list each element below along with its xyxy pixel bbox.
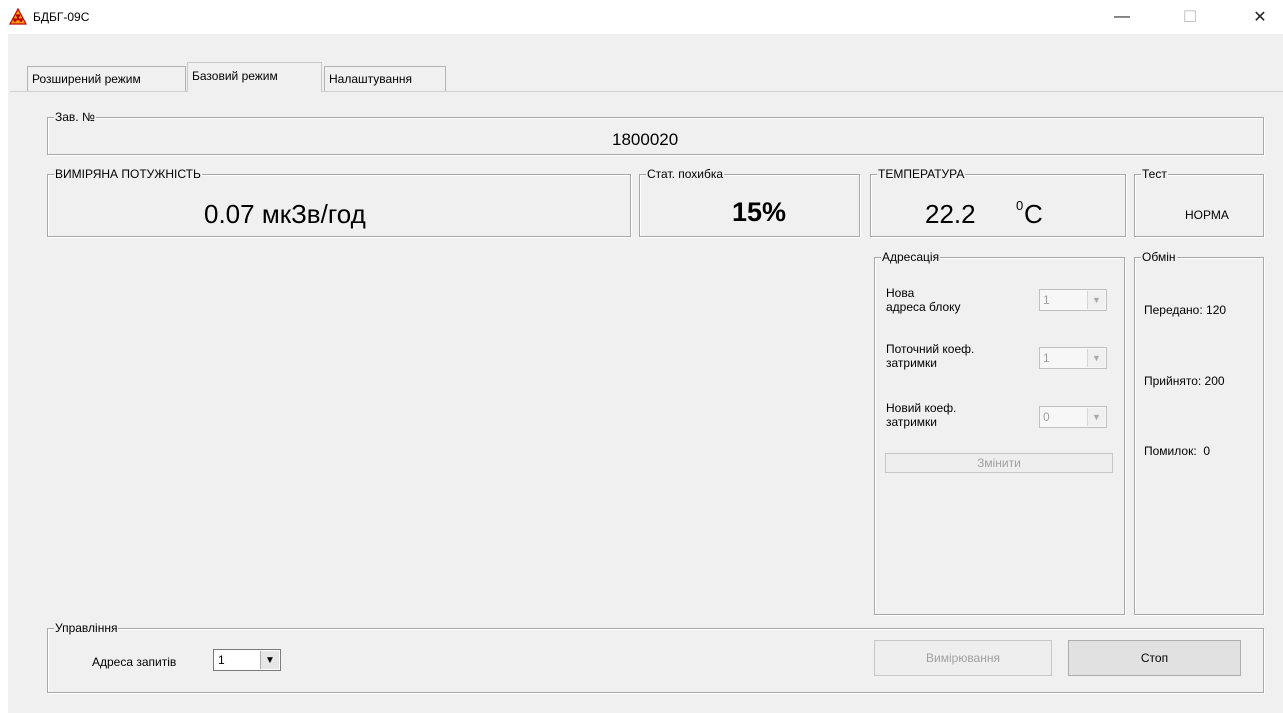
chevron-down-icon: ▼ (1087, 349, 1105, 367)
stop-button[interactable]: Стоп (1068, 640, 1241, 676)
request-address-combo[interactable]: 1 ▼ (213, 649, 281, 671)
stat-error-group: Стат. похибка 15% (639, 167, 860, 237)
control-legend: Управління (54, 621, 119, 635)
chevron-down-icon: ▼ (1087, 408, 1105, 426)
dose-rate-legend: ВИМІРЯНА ПОТУЖНІСТЬ (54, 167, 202, 181)
test-group: Тест НОРМА (1134, 167, 1264, 237)
errors-count: Помилок: 0 (1144, 444, 1210, 458)
serial-value: 1800020 (612, 130, 679, 149)
radiation-warning-icon (9, 8, 27, 25)
current-delay-label-line1: Поточний коеф. (886, 342, 975, 356)
stat-error-legend: Стат. похибка (646, 167, 725, 181)
test-status: НОРМА (1185, 208, 1229, 222)
window-title: БДБГ-09С (33, 10, 90, 24)
addressing-group: Адресація Нова адреса блоку 1 ▼ Поточний… (874, 250, 1125, 615)
new-delay-value: 0 (1043, 410, 1050, 424)
title-bar: БДБГ-09С — ☐ ✕ (0, 0, 1283, 34)
control-group: Управління Адреса запитів 1 ▼ Вимірюванн… (47, 621, 1264, 693)
maximize-button[interactable]: ☐ (1167, 0, 1213, 34)
dose-rate-group: ВИМІРЯНА ПОТУЖНІСТЬ 0.07 мкЗв/год (47, 167, 631, 237)
temperature-value: 22.2 (925, 199, 976, 229)
current-delay-label-line2: затримки (886, 356, 937, 370)
tab-extended-mode[interactable]: Розширений режим (27, 66, 186, 92)
dose-rate-value: 0.07 мкЗв/год (204, 199, 366, 229)
exchange-legend: Обмін (1141, 250, 1177, 264)
new-delay-label-line2: затримки (886, 415, 937, 429)
received-count: Прийнято: 200 (1144, 374, 1225, 388)
new-delay-label-line1: Новий коеф. (886, 401, 957, 415)
new-delay-combo[interactable]: 0 ▼ (1039, 406, 1107, 428)
tab-basic-mode[interactable]: Базовий режим (187, 62, 322, 92)
temperature-unit: C (1024, 199, 1043, 229)
request-address-value: 1 (218, 653, 225, 667)
sent-count: Передано: 120 (1144, 303, 1227, 317)
temperature-unit-degree: 0 (1016, 198, 1024, 213)
serial-legend: Зав. № (54, 110, 96, 124)
close-button[interactable]: ✕ (1237, 0, 1283, 34)
test-legend: Тест (1141, 167, 1168, 181)
exchange-group: Обмін Передано: 120 Прийнято: 200 Помило… (1134, 250, 1264, 615)
request-address-label: Адреса запитів (92, 655, 177, 669)
chevron-down-icon: ▼ (1087, 291, 1105, 309)
measure-button[interactable]: Вимірювання (874, 640, 1052, 676)
new-address-label-line1: Нова (886, 286, 915, 300)
new-address-label-line2: адреса блоку (886, 300, 961, 314)
window-left-edge (0, 34, 8, 713)
chevron-down-icon: ▼ (260, 651, 279, 669)
temperature-legend: ТЕМПЕРАТУРА (877, 167, 966, 181)
tab-settings[interactable]: Налаштування (324, 66, 446, 92)
change-button[interactable]: Змінити (885, 453, 1113, 473)
current-delay-combo[interactable]: 1 ▼ (1039, 347, 1107, 369)
addressing-legend: Адресація (881, 250, 941, 264)
serial-group: Зав. № 1800020 (47, 110, 1264, 155)
temperature-group: ТЕМПЕРАТУРА 22.2 0 C (870, 167, 1126, 237)
new-address-combo[interactable]: 1 ▼ (1039, 289, 1107, 311)
new-address-value: 1 (1043, 293, 1050, 307)
stat-error-value: 15% (732, 197, 787, 227)
current-delay-value: 1 (1043, 351, 1050, 365)
minimize-button[interactable]: — (1099, 0, 1145, 34)
